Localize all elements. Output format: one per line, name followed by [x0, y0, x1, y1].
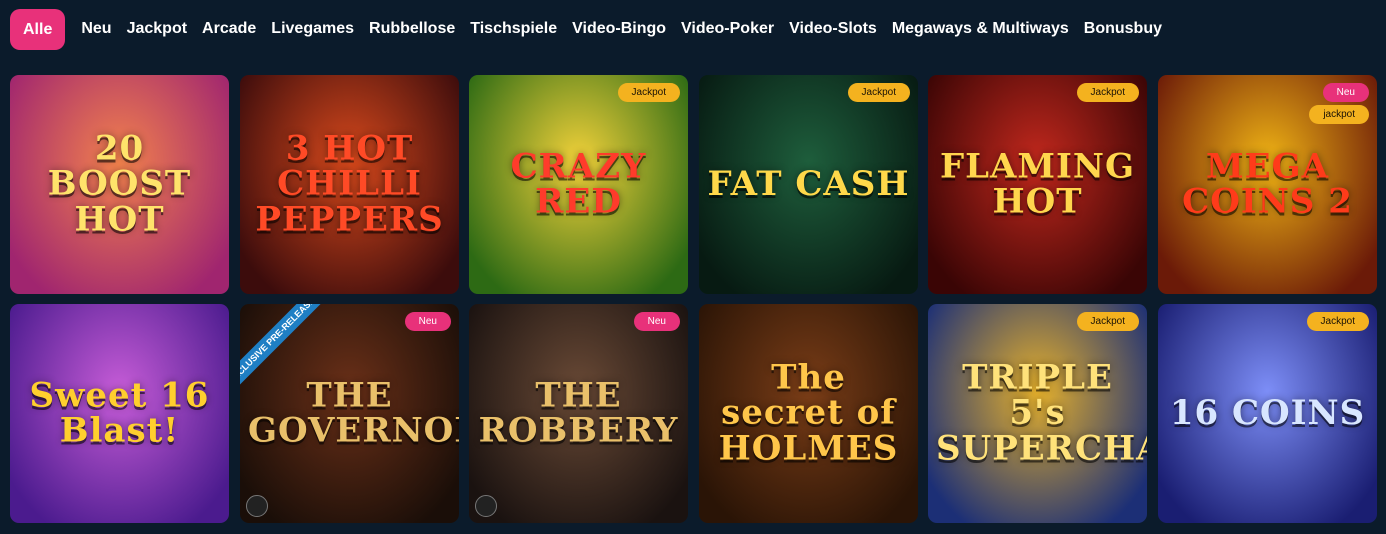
tab-video-slots[interactable]: Video-Slots [789, 20, 877, 38]
tab-video-bingo[interactable]: Video-Bingo [572, 20, 666, 38]
game-title: THE ROBBERY [478, 374, 679, 451]
game-tile[interactable]: Sweet 16 Blast! [10, 304, 229, 523]
game-tile[interactable]: CRAZY RED Jackpot [469, 75, 688, 294]
tab-livegames[interactable]: Livegames [271, 20, 354, 38]
tab-arcade[interactable]: Arcade [202, 20, 256, 38]
jackpot-badge: Jackpot [1076, 83, 1139, 102]
game-title: TRIPLE 5's SUPERCHARGED [936, 356, 1147, 469]
jackpot-badge: Jackpot [1306, 312, 1369, 331]
tab-megaways-multiways[interactable]: Megaways & Multiways [892, 20, 1069, 38]
tab-jackpot[interactable]: Jackpot [127, 20, 187, 38]
jackpot-badge: jackpot [1309, 105, 1369, 124]
jackpot-badge: Jackpot [1076, 312, 1139, 331]
jackpot-badge: Jackpot [847, 83, 910, 102]
game-title: Sweet 16 Blast! [29, 374, 210, 451]
game-tile[interactable]: MEGA COINS 2 Neu jackpot [1158, 75, 1377, 294]
game-tile[interactable]: 20 BOOST HOT [10, 75, 229, 294]
tab-neu[interactable]: Neu [81, 20, 111, 38]
studio-logo-icon [246, 495, 268, 517]
game-tile[interactable]: The secret of HOLMES [699, 304, 918, 523]
studio-logo-icon [475, 495, 497, 517]
new-badge: Neu [633, 312, 680, 331]
game-tile[interactable]: THE ROBBERY Neu [469, 304, 688, 523]
new-badge: Neu [1322, 83, 1369, 102]
game-tile[interactable]: TRIPLE 5's SUPERCHARGED Jackpot [928, 304, 1147, 523]
game-title: 3 HOT CHILLI PEPPERS [255, 127, 444, 240]
tab-tischspiele[interactable]: Tischspiele [470, 20, 557, 38]
tab-bonusbuy[interactable]: Bonusbuy [1084, 20, 1162, 38]
game-title: FLAMING HOT [939, 145, 1136, 222]
game-title: FAT CASH [707, 163, 910, 204]
game-tile[interactable]: FAT CASH Jackpot [699, 75, 918, 294]
new-badge: Neu [404, 312, 451, 331]
game-tile[interactable]: 3 HOT CHILLI PEPPERS [240, 75, 459, 294]
game-title: THE GOVERNOR [248, 374, 459, 451]
game-tile[interactable]: THE GOVERNOREXCLUSIVE PRE-RELEASENeu [240, 304, 459, 523]
tab-alle[interactable]: Alle [10, 8, 66, 50]
game-tile[interactable]: 16 COINS Jackpot [1158, 304, 1377, 523]
game-title: MEGA COINS 2 [1182, 145, 1353, 222]
game-title: CRAZY RED [510, 145, 647, 222]
category-tabs: Alle Neu Jackpot Arcade Livegames Rubbellose T… [10, 8, 1177, 50]
game-title: 20 BOOST HOT [47, 127, 192, 240]
game-title: The secret of HOLMES [718, 356, 899, 469]
game-tile[interactable]: FLAMING HOT Jackpot [928, 75, 1147, 294]
tab-rubbellose[interactable]: Rubbellose [369, 20, 455, 38]
tab-video-poker[interactable]: Video-Poker [681, 20, 774, 38]
jackpot-badge: Jackpot [617, 83, 680, 102]
game-title: 16 COINS [1169, 392, 1366, 433]
